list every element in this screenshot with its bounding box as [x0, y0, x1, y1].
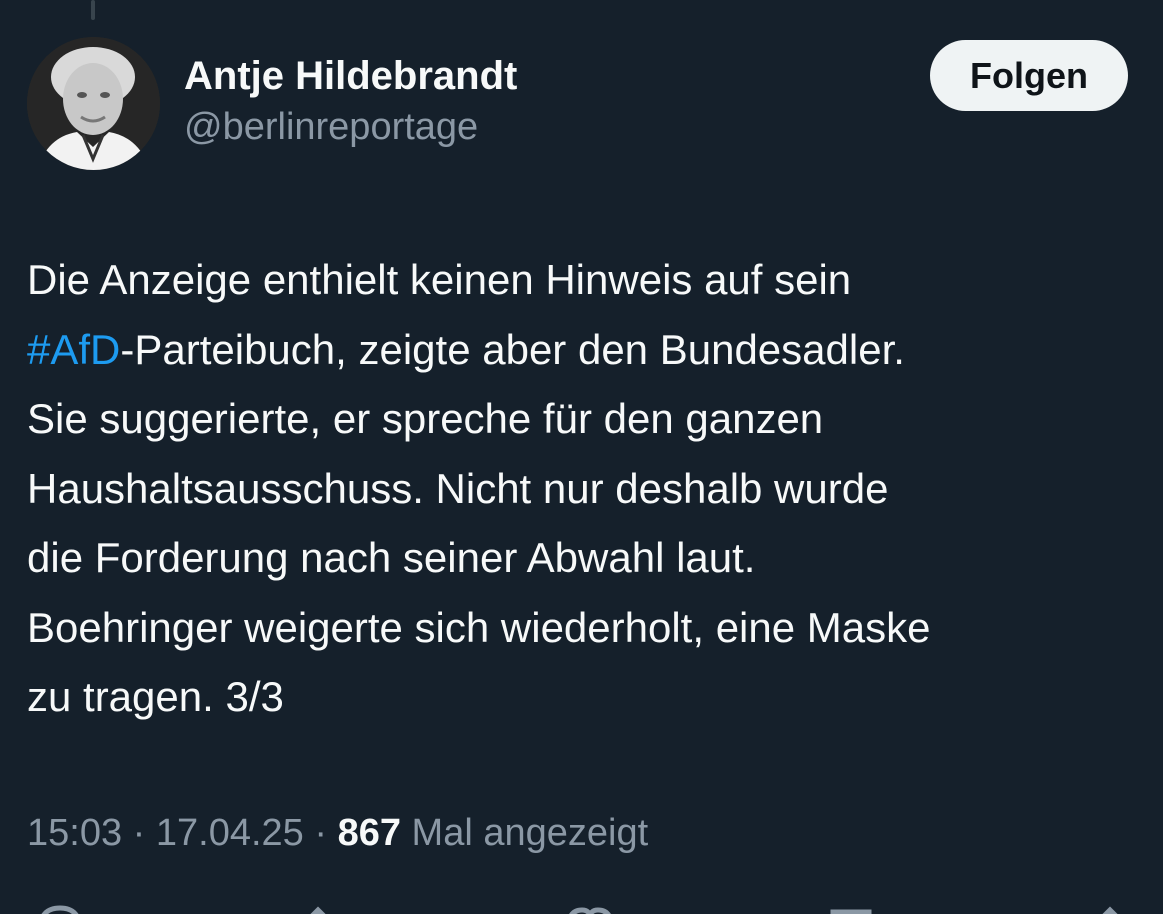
- meta-separator: ·: [132, 812, 146, 854]
- avatar[interactable]: [27, 37, 160, 170]
- tweet-meta: 15:03 · 17.04.25 · 867 Mal angezeigt: [27, 808, 648, 858]
- share-icon[interactable]: [1080, 900, 1140, 914]
- tweet-text-line: Haushaltsausschuss. Nicht nur deshalb wu…: [27, 464, 889, 512]
- follow-button[interactable]: Folgen: [930, 40, 1128, 111]
- views-label: Mal angezeigt: [411, 812, 649, 854]
- tweet-text-fragment: -Parteibuch, zeigte aber den Bundesadler…: [120, 325, 905, 373]
- reply-icon[interactable]: [30, 900, 90, 914]
- author-display-name[interactable]: Antje Hildebrandt: [184, 52, 517, 100]
- author-info: Antje Hildebrandt @berlinreportage: [184, 52, 517, 154]
- retweet-icon[interactable]: [300, 900, 360, 914]
- tweet-date[interactable]: 17.04.25: [156, 812, 304, 854]
- tweet-text-line: Sie suggerierte, er spreche für den ganz…: [27, 395, 824, 442]
- meta-separator: ·: [314, 812, 328, 854]
- like-icon[interactable]: [560, 900, 620, 914]
- tweet-text-line: Die Anzeige enthielt keinen Hinweis auf …: [27, 256, 852, 303]
- tweet-text-line: die Forderung nach seiner Abwahl laut.: [27, 534, 756, 581]
- tweet-time[interactable]: 15:03: [27, 812, 122, 854]
- tweet-text-line: #AfD-Parteibuch, zeigte aber den Bundesa…: [27, 315, 1142, 385]
- tweet-detail-screen: Antje Hildebrandt @berlinreportage Folge…: [0, 0, 1163, 914]
- views-count: 867: [337, 812, 401, 854]
- profile-photo-icon: [27, 37, 160, 170]
- tweet-text: Die Anzeige enthielt keinen Hinweis auf …: [27, 245, 1142, 732]
- tweet-text-line: zu tragen. 3/3: [27, 673, 284, 720]
- bookmark-icon[interactable]: [825, 900, 885, 914]
- tweet-text-line: Boehringer weigerte sich wiederholt, ein…: [27, 603, 931, 651]
- hashtag-link[interactable]: #AfD: [27, 326, 120, 373]
- action-bar: [0, 900, 1163, 914]
- author-handle[interactable]: @berlinreportage: [184, 100, 517, 154]
- thread-connector-line: [91, 0, 95, 20]
